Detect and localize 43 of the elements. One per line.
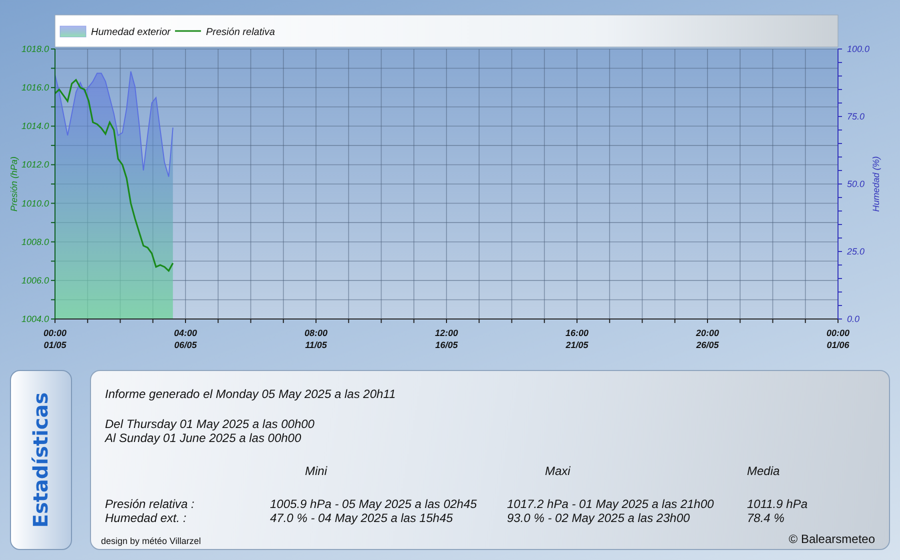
column-header: Media [747, 464, 781, 478]
y-tick-label: 75.0 [847, 112, 865, 122]
x-tick-label: 04:00 06/05 [174, 328, 198, 350]
period-text: Del Thursday 01 May 2025 a las 00h00 [105, 417, 316, 431]
y-tick-label: 50.0 [847, 179, 865, 189]
row-label: Presión relativa : [105, 497, 196, 511]
y-tick-label: 1010.0 [21, 198, 49, 208]
x-tick-label: 08:00 11/05 [304, 328, 328, 350]
x-tick-label: 16:00 21/05 [565, 328, 589, 350]
table-cell-text: 47.0 % - 04 May 2025 a las 15h45 [270, 511, 454, 525]
column-header: Mini [304, 464, 328, 478]
table-cell-text: 78.4 % [747, 511, 786, 525]
y-tick-label: 1016.0 [21, 82, 49, 93]
table-cell-text: 1005.9 hPa - 05 May 2025 a las 02h45 [270, 497, 478, 511]
y-tick-label: 100.0 [847, 44, 870, 54]
x-tick-label: 00:00 01/05 [43, 328, 67, 350]
x-tick-label: 20:00 26/05 [696, 328, 720, 350]
table-cell-text: 1017.2 hPa - 01 May 2025 a las 21h00 [507, 497, 715, 511]
statistics-tab[interactable]: Estadísticas [10, 370, 72, 550]
period-text: Al Sunday 01 June 2025 a las 00h00 [105, 431, 302, 445]
legend-swatch [60, 26, 86, 38]
y-tick-label: 1014.0 [21, 121, 49, 132]
line-series [54, 70, 174, 178]
y-axis-title: Humedad (%) [871, 156, 881, 212]
copyright-text: © Balearsmeteo [788, 532, 875, 546]
column-header: Maxi [544, 464, 572, 478]
y-tick-label: 1004.0 [21, 314, 49, 324]
y-tick-label: 1018.0 [21, 44, 49, 54]
x-tick-label: 12:00 16/05 [434, 328, 458, 350]
table-cell-text: 93.0 % - 02 May 2025 a las 23h00 [507, 511, 691, 525]
y-tick-label: 1006.0 [21, 275, 49, 286]
y-axis-title: Presión (hPa) [9, 156, 19, 212]
report-generated-text: Informe generado el Monday 05 May 2025 a las 20h11 [105, 387, 397, 401]
table-cell-text: 1011.9 hPa [747, 497, 808, 511]
y-tick-label: 1008.0 [21, 236, 49, 247]
y-tick-label: 25.0 [847, 246, 865, 256]
legend-label: Humedad exterior [91, 27, 170, 38]
design-credit: design by météo Villarzel [101, 536, 201, 546]
legend-label: Presión relativa [206, 27, 275, 38]
y-tick-label: 1012.0 [21, 160, 49, 170]
row-label: Humedad ext. : [105, 511, 188, 525]
x-tick-label: 00:00 01/06 [826, 328, 850, 350]
y-tick-label: 0.0 [847, 314, 860, 324]
